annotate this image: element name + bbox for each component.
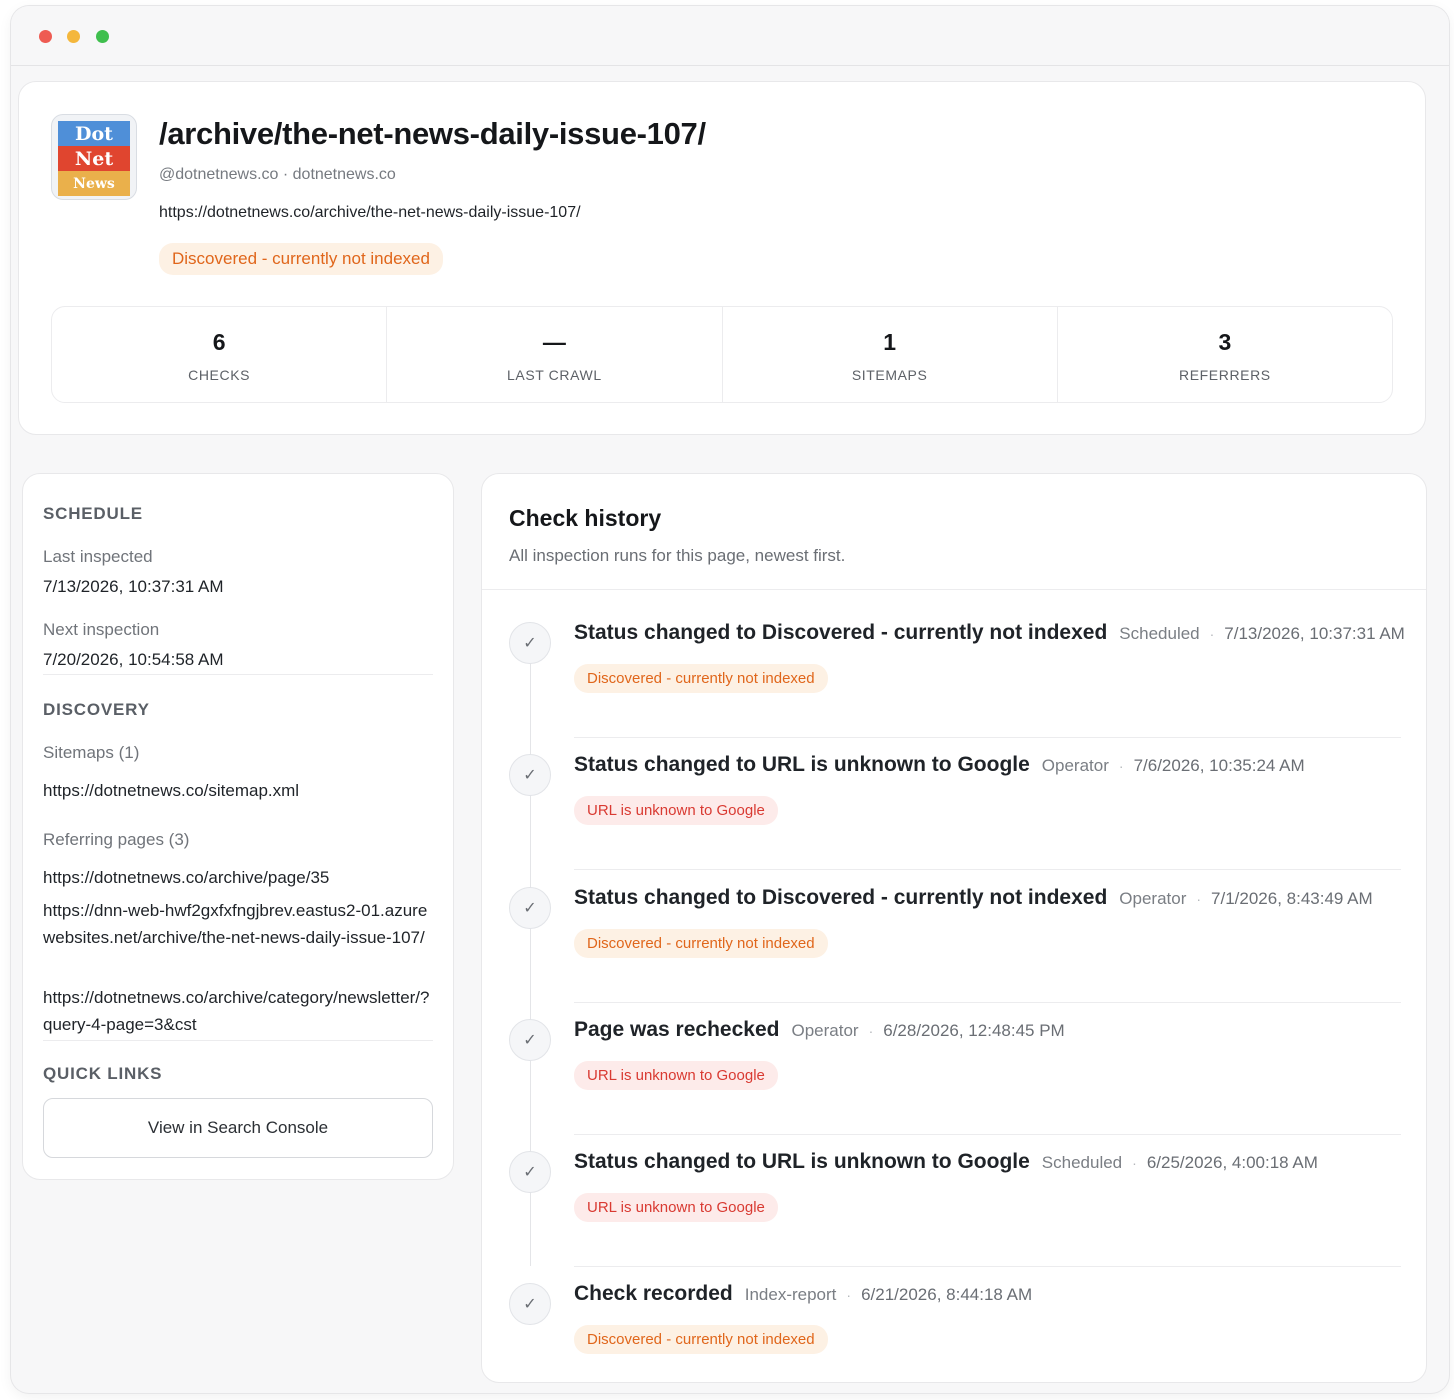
history-entry: ✓ Status changed to Discovered - current… <box>509 606 1405 738</box>
close-window-button[interactable] <box>39 30 52 43</box>
check-icon: ✓ <box>509 622 551 664</box>
stat-sitemaps: 1 SITEMAPS <box>723 307 1058 402</box>
page-title: /archive/the-net-news-daily-issue-107/ <box>159 116 706 151</box>
entry-time: 6/28/2026, 12:48:45 PM <box>883 1021 1065 1040</box>
referring-page-link[interactable]: https://dotnetnews.co/archive/category/n… <box>43 984 435 1038</box>
entry-actor: Scheduled <box>1041 1153 1123 1172</box>
referring-pages-label: Referring pages (3) <box>43 830 190 849</box>
separator-dot: · <box>1118 758 1124 774</box>
history-entry: ✓ Status changed to URL is unknown to Go… <box>509 1135 1401 1267</box>
stat-label: CHECKS <box>188 367 251 383</box>
logo-text-news: News <box>58 171 130 196</box>
entry-title: Check recorded <box>574 1282 733 1305</box>
sitemaps-label: Sitemaps (1) <box>43 743 140 762</box>
stat-label: SITEMAPS <box>851 367 928 383</box>
window-titlebar <box>11 6 1449 66</box>
divider <box>574 869 1401 870</box>
entry-status-badge: Discovered - currently not indexed <box>574 929 828 958</box>
stat-checks: 6 CHECKS <box>52 307 388 402</box>
page-header-card: Dot Net News /archive/the-net-news-daily… <box>18 81 1426 435</box>
stat-value: — <box>542 329 566 355</box>
next-inspection-value: 7/20/2026, 10:54:58 AM <box>43 650 224 669</box>
separator-dot: · <box>846 1287 852 1303</box>
divider <box>43 1040 433 1041</box>
divider <box>43 674 433 675</box>
page-url[interactable]: https://dotnetnews.co/archive/the-net-ne… <box>159 204 581 222</box>
details-sidebar: SCHEDULE Last inspected 7/13/2026, 10:37… <box>22 473 454 1180</box>
entry-title: Status changed to Discovered - currently… <box>574 886 1108 909</box>
status-badge: Discovered - currently not indexed <box>159 243 443 275</box>
entry-status-badge: URL is unknown to Google <box>574 796 778 825</box>
sitemap-link[interactable]: https://dotnetnews.co/sitemap.xml <box>43 777 435 804</box>
site-logo: Dot Net News <box>51 114 137 200</box>
stat-value: 3 <box>1218 329 1232 355</box>
check-icon: ✓ <box>509 1019 551 1061</box>
entry-time: 6/21/2026, 8:44:18 AM <box>861 1285 1033 1304</box>
next-inspection-label: Next inspection <box>43 620 160 639</box>
history-entry: ✓ Status changed to Discovered - current… <box>509 871 1401 1003</box>
entry-actor: Operator <box>1119 889 1187 908</box>
entry-status-badge: Discovered - currently not indexed <box>574 664 828 693</box>
entry-status-badge: URL is unknown to Google <box>574 1193 778 1222</box>
check-icon: ✓ <box>509 754 551 796</box>
entry-actor: Operator <box>1041 756 1109 775</box>
entry-status-badge: URL is unknown to Google <box>574 1061 778 1090</box>
separator-dot: · <box>868 1023 874 1039</box>
referring-page-link[interactable]: https://dotnetnews.co/archive/page/35 <box>43 864 435 891</box>
browser-window: Dot Net News /archive/the-net-news-daily… <box>11 6 1449 1393</box>
history-entry: ✓ Page was rechecked Operator · 6/28/202… <box>509 1003 1401 1135</box>
history-entry: ✓ Check recorded Index-report · 6/21/202… <box>509 1267 1401 1393</box>
check-history-card: Check history All inspection runs for th… <box>481 473 1427 1383</box>
divider <box>482 589 1426 590</box>
stat-referrers: 3 REFERRERS <box>1058 307 1392 402</box>
entry-time: 7/1/2026, 8:43:49 AM <box>1211 889 1373 908</box>
entry-actor: Scheduled <box>1119 624 1200 643</box>
entry-time: 7/13/2026, 10:37:31 AM <box>1224 624 1405 643</box>
stats-row: 6 CHECKS — LAST CRAWL 1 SITEMAPS 3 REFER… <box>51 306 1393 403</box>
maximize-window-button[interactable] <box>96 30 109 43</box>
last-inspected-value: 7/13/2026, 10:37:31 AM <box>43 577 224 596</box>
last-inspected-label: Last inspected <box>43 547 153 566</box>
separator-dot: · <box>1132 1155 1137 1171</box>
logo-text-dot: Dot <box>58 121 130 146</box>
minimize-window-button[interactable] <box>67 30 80 43</box>
history-entry: ✓ Status changed to URL is unknown to Go… <box>509 738 1401 870</box>
entry-time: 7/6/2026, 10:35:24 AM <box>1133 756 1305 775</box>
check-history-subtitle: All inspection runs for this page, newes… <box>509 546 846 565</box>
entry-actor: Index-report <box>744 1285 837 1304</box>
entry-status-badge: Discovered - currently not indexed <box>574 1325 828 1354</box>
logo-text-net: Net <box>58 146 130 171</box>
entry-title: Status changed to Discovered - currently… <box>574 621 1108 644</box>
entry-actor: Operator <box>791 1021 859 1040</box>
separator-dot: · <box>1196 891 1202 907</box>
quick-links-heading: QUICK LINKS <box>43 1064 163 1083</box>
discovery-heading: DISCOVERY <box>43 700 150 719</box>
check-icon: ✓ <box>509 887 551 929</box>
entry-time: 6/25/2026, 4:00:18 AM <box>1146 1153 1318 1172</box>
check-icon: ✓ <box>509 1283 551 1325</box>
schedule-heading: SCHEDULE <box>43 504 143 523</box>
view-in-search-console-button[interactable]: View in Search Console <box>43 1098 433 1158</box>
entry-title: Page was rechecked <box>574 1018 780 1041</box>
check-history-title: Check history <box>509 505 662 531</box>
stat-last-crawl: — LAST CRAWL <box>387 307 723 402</box>
stat-label: REFERRERS <box>1179 367 1271 383</box>
stat-value: 1 <box>883 329 897 355</box>
separator-dot: · <box>1209 626 1215 642</box>
referring-page-link[interactable]: https://dnn-web-hwf2gxfxfngjbrev.eastus2… <box>43 897 435 951</box>
check-icon: ✓ <box>509 1151 551 1193</box>
site-handle: @dotnetnews.co · dotnetnews.co <box>159 166 396 183</box>
stat-label: LAST CRAWL <box>507 367 602 383</box>
stat-value: 6 <box>212 329 226 355</box>
entry-title: Status changed to URL is unknown to Goog… <box>574 1150 1030 1173</box>
entry-title: Status changed to URL is unknown to Goog… <box>574 753 1030 776</box>
